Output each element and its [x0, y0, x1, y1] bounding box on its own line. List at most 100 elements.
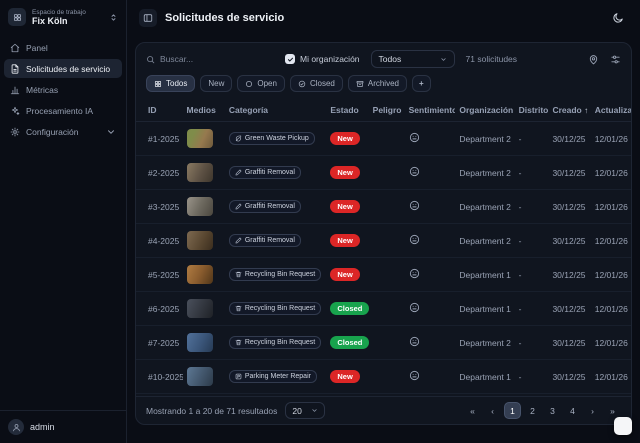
grid-icon — [154, 80, 162, 88]
col-estado[interactable]: Estado — [326, 99, 368, 122]
organization-select[interactable]: Todos — [371, 50, 455, 68]
table-row[interactable]: #7-2025 Recycling Bin Request Closed Dep… — [136, 326, 631, 360]
media-thumbnail[interactable] — [187, 299, 213, 318]
category-cell: Green Waste Pickup — [225, 122, 327, 156]
filter-chip-todos[interactable]: Todos — [146, 75, 195, 92]
category-cell: Recycling Bin Request — [225, 258, 327, 292]
category-cell: Parking Meter Repair — [225, 360, 327, 394]
created-cell: 30/12/25 — [548, 190, 590, 224]
sidebar-item-solicitudes[interactable]: Solicitudes de servicio — [4, 59, 122, 78]
filter-chip-archived[interactable]: Archived — [348, 75, 407, 92]
category-label: Graffiti Removal — [245, 237, 295, 244]
chevron-down-icon — [311, 407, 318, 414]
requests-table-wrap[interactable]: ID Medios Categoría Estado Peligro Senti… — [136, 99, 631, 396]
first-page-button[interactable]: « — [464, 402, 481, 419]
table-row[interactable]: #10-2025 Parking Meter Repair New Depart… — [136, 360, 631, 394]
media-thumbnail[interactable] — [187, 367, 213, 386]
chevron-down-icon — [440, 56, 447, 63]
media-thumbnail[interactable] — [187, 197, 213, 216]
table-row[interactable]: #2-2025 Graffiti Removal New Department … — [136, 156, 631, 190]
media-thumbnail[interactable] — [187, 333, 213, 352]
status-cell: New — [326, 224, 368, 258]
media-cell — [183, 326, 225, 360]
sidebar-item-panel[interactable]: Panel — [4, 38, 122, 57]
col-distrito[interactable]: Distrito — [515, 99, 549, 122]
page-size-value: 20 — [292, 406, 301, 416]
status-filter-chips: Todos New Open Closed Arc — [136, 72, 631, 99]
page-size-select[interactable]: 20 — [285, 402, 325, 419]
neutral-sentiment-icon — [409, 132, 420, 143]
category-badge: Recycling Bin Request — [229, 268, 321, 281]
category-badge: Recycling Bin Request — [229, 302, 321, 315]
sidebar-item-configuracion[interactable]: Configuración — [4, 122, 122, 141]
filter-chip-open[interactable]: Open — [237, 75, 285, 92]
sidebar: Espacio de trabajo Fix Köln Panel Solici… — [0, 0, 127, 443]
media-cell — [183, 360, 225, 394]
col-peligro[interactable]: Peligro — [369, 99, 405, 122]
sentiment-cell — [405, 122, 456, 156]
page-title: Solicitudes de servicio — [165, 12, 284, 24]
workspace-switcher[interactable]: Espacio de trabajo Fix Köln — [0, 0, 126, 32]
user-menu[interactable]: admin — [0, 410, 126, 443]
col-categoria[interactable]: Categoría — [225, 99, 327, 122]
table-row[interactable]: #1-2025 Green Waste Pickup New Departmen… — [136, 122, 631, 156]
col-organizacion[interactable]: Organización — [455, 99, 514, 122]
table-row[interactable]: #6-2025 Recycling Bin Request Closed Dep… — [136, 292, 631, 326]
category-badge: Graffiti Removal — [229, 200, 301, 213]
chat-widget-button[interactable] — [614, 417, 632, 435]
filter-chip-new[interactable]: New — [200, 75, 232, 92]
updated-cell: 12/01/26 — [591, 292, 631, 326]
category-icon — [235, 203, 242, 210]
created-cell: 30/12/25 — [548, 292, 590, 326]
col-actualizado[interactable]: Actualizado — [591, 99, 631, 122]
chevrons-up-down-icon[interactable] — [109, 13, 118, 22]
table-row[interactable]: #5-2025 Recycling Bin Request New Depart… — [136, 258, 631, 292]
media-thumbnail[interactable] — [187, 265, 213, 284]
map-pin-icon[interactable] — [588, 54, 599, 65]
danger-cell — [369, 156, 405, 190]
sidebar-item-procesamiento-ia[interactable]: Procesamiento IA — [4, 101, 122, 120]
status-badge: New — [330, 166, 359, 179]
checkbox-box[interactable] — [285, 54, 295, 64]
created-cell: 30/12/25 — [548, 326, 590, 360]
request-id: #3-2025 — [136, 190, 183, 224]
requests-card: Mi organización Todos 71 solicitudes — [135, 42, 632, 425]
prev-page-button[interactable]: ‹ — [484, 402, 501, 419]
col-sentimiento[interactable]: Sentimiento — [405, 99, 456, 122]
user-name: admin — [30, 422, 55, 432]
page-button[interactable]: 3 — [544, 402, 561, 419]
col-medios[interactable]: Medios — [183, 99, 225, 122]
media-thumbnail[interactable] — [187, 231, 213, 250]
page-button[interactable]: 1 — [504, 402, 521, 419]
danger-cell — [369, 122, 405, 156]
organization-cell: Department 2 — [455, 326, 514, 360]
category-badge: Parking Meter Repair — [229, 370, 317, 383]
sidebar-item-label: Panel — [26, 43, 48, 53]
media-thumbnail[interactable] — [187, 163, 213, 182]
add-filter-button[interactable]: + — [412, 75, 431, 92]
media-thumbnail[interactable] — [187, 129, 213, 148]
request-id: #10-2025 — [136, 360, 183, 394]
search-input[interactable] — [160, 54, 274, 64]
topbar: Solicitudes de servicio — [127, 0, 640, 36]
sidebar-item-metricas[interactable]: Métricas — [4, 80, 122, 99]
category-label: Graffiti Removal — [245, 169, 295, 176]
table-row[interactable]: #4-2025 Graffiti Removal New Department … — [136, 224, 631, 258]
neutral-sentiment-icon — [409, 200, 420, 211]
table-row[interactable]: #3-2025 Graffiti Removal New Department … — [136, 190, 631, 224]
search-box — [146, 54, 274, 64]
page-button[interactable]: 2 — [524, 402, 541, 419]
district-cell: - — [515, 122, 549, 156]
my-organization-checkbox[interactable]: Mi organización — [285, 54, 360, 64]
page-button[interactable]: 4 — [564, 402, 581, 419]
col-id[interactable]: ID — [136, 99, 183, 122]
status-badge: Closed — [330, 336, 368, 349]
theme-toggle-moon-icon[interactable] — [608, 8, 628, 28]
col-creado[interactable]: Creado ↑ — [548, 99, 590, 122]
next-page-button[interactable]: › — [584, 402, 601, 419]
filter-chip-closed[interactable]: Closed — [290, 75, 343, 92]
view-options-sliders-icon[interactable] — [610, 54, 621, 65]
sidebar-toggle-icon[interactable] — [139, 9, 157, 27]
district-cell: - — [515, 156, 549, 190]
neutral-sentiment-icon — [409, 302, 420, 313]
